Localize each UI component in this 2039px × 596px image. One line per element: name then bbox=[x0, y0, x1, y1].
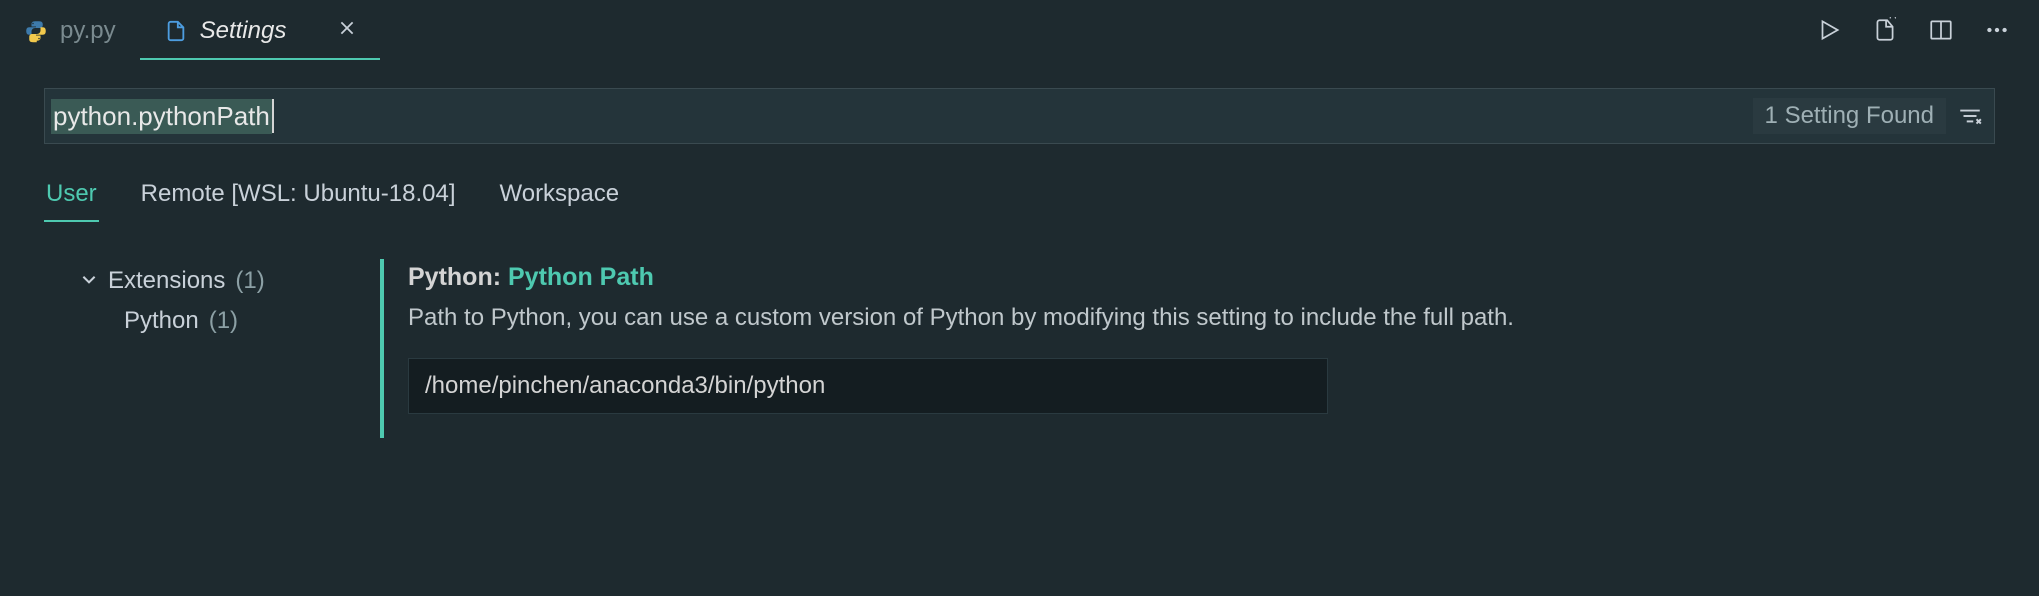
tab-py-label: py.py bbox=[60, 17, 116, 45]
split-editor-icon[interactable] bbox=[1927, 16, 1955, 44]
settings-body: Extensions (1) Python (1) Python: Python… bbox=[0, 243, 2039, 438]
setting-title-prefix: Python: bbox=[408, 263, 508, 291]
search-input-wrap[interactable]: python.pythonPath bbox=[51, 99, 1753, 134]
text-cursor bbox=[272, 99, 274, 133]
scope-tab-workspace[interactable]: Workspace bbox=[498, 174, 622, 222]
open-json-icon[interactable] bbox=[1871, 16, 1899, 44]
tree-group-count: (1) bbox=[235, 267, 264, 295]
scope-tabs: User Remote [WSL: Ubuntu-18.04] Workspac… bbox=[44, 174, 1995, 223]
close-icon[interactable] bbox=[338, 19, 356, 43]
setting-python-path: Python: Python Path Path to Python, you … bbox=[380, 259, 1600, 438]
scope-tab-remote[interactable]: Remote [WSL: Ubuntu-18.04] bbox=[139, 174, 458, 222]
filter-icon[interactable] bbox=[1956, 102, 1984, 130]
settings-tree: Extensions (1) Python (1) bbox=[0, 243, 380, 438]
tree-item-count: (1) bbox=[209, 307, 238, 335]
settings-search: python.pythonPath 1 Setting Found bbox=[44, 88, 1995, 144]
tab-bar: py.py Settings bbox=[0, 0, 2039, 60]
scope-tab-user[interactable]: User bbox=[44, 174, 99, 222]
more-actions-icon[interactable] bbox=[1983, 16, 2011, 44]
tab-settings-label: Settings bbox=[200, 17, 287, 45]
tree-item-label: Python bbox=[124, 307, 199, 335]
setting-description: Path to Python, you can use a custom ver… bbox=[408, 300, 1600, 336]
python-file-icon bbox=[24, 19, 48, 43]
tree-item-python[interactable]: Python (1) bbox=[80, 301, 380, 341]
editor-actions bbox=[1815, 0, 2039, 60]
search-result-count: 1 Setting Found bbox=[1753, 98, 1946, 134]
search-input-text: python.pythonPath bbox=[51, 99, 272, 134]
settings-file-icon bbox=[164, 19, 188, 43]
run-icon[interactable] bbox=[1815, 16, 1843, 44]
tab-settings[interactable]: Settings bbox=[140, 0, 381, 60]
tab-py[interactable]: py.py bbox=[0, 0, 140, 60]
setting-title: Python: Python Path bbox=[408, 263, 1600, 292]
chevron-down-icon bbox=[80, 267, 98, 295]
setting-title-highlight: Python Path bbox=[508, 263, 654, 291]
tree-group-label: Extensions bbox=[108, 267, 225, 295]
setting-value-input[interactable] bbox=[408, 358, 1328, 414]
settings-content: Python: Python Path Path to Python, you … bbox=[380, 243, 2039, 438]
tree-group-extensions[interactable]: Extensions (1) bbox=[80, 261, 380, 301]
